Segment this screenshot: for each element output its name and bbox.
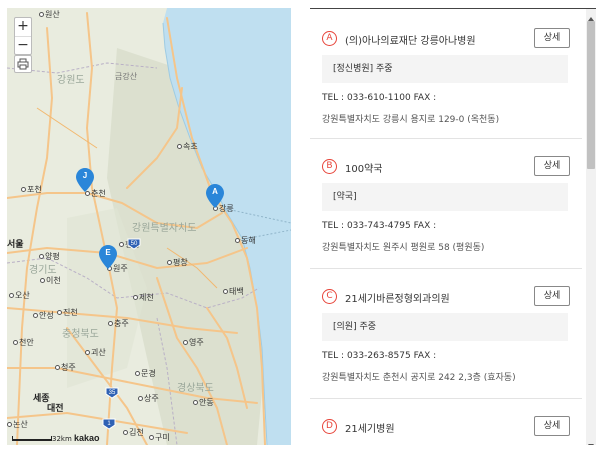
printer-icon bbox=[17, 58, 29, 70]
city-label: 구미 bbox=[149, 433, 170, 443]
region-label-gangwon-province: 강원특별자치도 bbox=[132, 223, 197, 234]
marker-letter: A bbox=[212, 187, 218, 196]
city-label: 제천 bbox=[133, 293, 154, 303]
item-letter-badge: C bbox=[322, 289, 337, 304]
item-address: 강원특별자치도 원주시 평원로 58 (평원동) bbox=[322, 243, 485, 253]
city-label: 양평 bbox=[39, 252, 60, 262]
city-label-sejong: 세종 bbox=[33, 394, 50, 404]
city-label: 천안 bbox=[13, 338, 34, 348]
item-category-tag: [정신병원] 주중 bbox=[322, 55, 568, 83]
region-label-chungbuk: 충청북도 bbox=[62, 329, 99, 340]
map-marker-a[interactable]: A bbox=[206, 184, 224, 208]
city-label: 평창 bbox=[167, 258, 188, 268]
city-label: 태백 bbox=[223, 287, 244, 297]
city-label: 진천 bbox=[57, 308, 78, 318]
list-scrollbar[interactable] bbox=[586, 9, 596, 445]
city-label: 원산 bbox=[39, 10, 60, 20]
city-label: 충주 bbox=[108, 319, 129, 329]
zoom-control: + − bbox=[14, 17, 32, 55]
scale-bar bbox=[12, 436, 52, 441]
print-button[interactable] bbox=[14, 55, 32, 73]
list-item[interactable]: D 21세기병원 상세 bbox=[310, 399, 582, 445]
item-name[interactable]: 21세기바른정형외과의원 bbox=[345, 290, 450, 305]
detail-button[interactable]: 상세 bbox=[534, 28, 570, 48]
highway-shield-icon: 1 bbox=[102, 418, 116, 430]
region-label-gyeongbuk: 경상북도 bbox=[177, 383, 214, 394]
arrow-down-icon bbox=[588, 444, 594, 445]
scale-label: 32km bbox=[52, 435, 72, 443]
item-name[interactable]: (의)아나의료재단 강릉아나병원 bbox=[345, 32, 476, 47]
map-brand-logo: kakao bbox=[74, 433, 100, 443]
detail-button[interactable]: 상세 bbox=[534, 286, 570, 306]
list-item[interactable]: A (의)아나의료재단 강릉아나병원 상세 [정신병원] 주중 TEL : 03… bbox=[310, 9, 582, 139]
scroll-down-button[interactable] bbox=[586, 436, 596, 445]
city-label: 김천 bbox=[123, 428, 144, 438]
city-label: 안동 bbox=[193, 398, 214, 408]
highway-shield-icon: 35 bbox=[105, 387, 119, 399]
region-label-gyeonggi: 경기도 bbox=[29, 265, 57, 276]
highway-number: 50 bbox=[131, 241, 138, 247]
item-address: 강원특별자치도 강릉시 용지로 129-0 (옥천동) bbox=[322, 115, 500, 125]
highway-number: 35 bbox=[109, 390, 116, 396]
city-label: 문경 bbox=[135, 369, 156, 379]
marker-letter: E bbox=[105, 248, 111, 257]
item-phone: TEL : 033-743-4795 FAX : bbox=[322, 221, 437, 231]
city-label: 포천 bbox=[21, 185, 42, 195]
item-phone: TEL : 033-610-1100 FAX : bbox=[322, 93, 437, 103]
marker-letter: J bbox=[82, 171, 88, 180]
item-address: 강원특별자치도 춘천시 공지로 242 2,3층 (효자동) bbox=[322, 373, 516, 383]
poi-label-geumgangsan: 금강산 bbox=[115, 72, 138, 81]
city-label: 청주 bbox=[55, 363, 76, 373]
list-item[interactable]: B 100약국 상세 [약국] TEL : 033-743-4795 FAX :… bbox=[310, 139, 582, 269]
city-label-daejeon: 대전 bbox=[47, 404, 64, 414]
city-label: 안성 bbox=[33, 311, 54, 321]
city-label: 속초 bbox=[177, 142, 198, 152]
item-name[interactable]: 100약국 bbox=[345, 160, 383, 175]
detail-button[interactable]: 상세 bbox=[534, 156, 570, 176]
zoom-in-button[interactable]: + bbox=[15, 18, 31, 36]
detail-button[interactable]: 상세 bbox=[534, 416, 570, 436]
item-letter-badge: B bbox=[322, 159, 337, 174]
city-label: 영주 bbox=[183, 338, 204, 348]
item-name[interactable]: 21세기병원 bbox=[345, 420, 395, 435]
item-phone: TEL : 033-263-8575 FAX : bbox=[322, 351, 437, 361]
city-label: 동해 bbox=[235, 236, 256, 246]
highway-shield-icon: 50 bbox=[127, 238, 141, 250]
region-label-gangwon-do: 강원도 bbox=[57, 75, 85, 86]
city-label: 괴산 bbox=[85, 348, 106, 358]
map-marker-e[interactable]: E bbox=[99, 245, 117, 269]
city-label: 논산 bbox=[7, 420, 28, 430]
result-list-panel: A (의)아나의료재단 강릉아나병원 상세 [정신병원] 주중 TEL : 03… bbox=[310, 8, 596, 445]
city-label: 오산 bbox=[9, 291, 30, 301]
item-letter-badge: A bbox=[322, 31, 337, 46]
list-item[interactable]: C 21세기바른정형외과의원 상세 [의원] 주중 TEL : 033-263-… bbox=[310, 269, 582, 399]
city-label-seoul: 서울 bbox=[7, 240, 24, 250]
item-letter-badge: D bbox=[322, 419, 337, 434]
result-list: A (의)아나의료재단 강릉아나병원 상세 [정신병원] 주중 TEL : 03… bbox=[310, 9, 582, 445]
map-marker-j[interactable]: J bbox=[76, 168, 94, 192]
zoom-out-button[interactable]: − bbox=[15, 36, 31, 54]
scroll-up-button[interactable] bbox=[586, 9, 596, 21]
item-category-tag: [약국] bbox=[322, 183, 568, 211]
scrollbar-thumb[interactable] bbox=[587, 21, 595, 169]
city-label: 상주 bbox=[138, 394, 159, 404]
item-category-tag: [의원] 주중 bbox=[322, 313, 568, 341]
map-view[interactable]: 강원도 강원특별자치도 충청북도 경상북도 경기도 금강산 서울 세종 대전 원… bbox=[7, 8, 291, 445]
city-label: 이천 bbox=[40, 276, 61, 286]
app-root: 강원도 강원특별자치도 충청북도 경상북도 경기도 금강산 서울 세종 대전 원… bbox=[0, 0, 600, 453]
